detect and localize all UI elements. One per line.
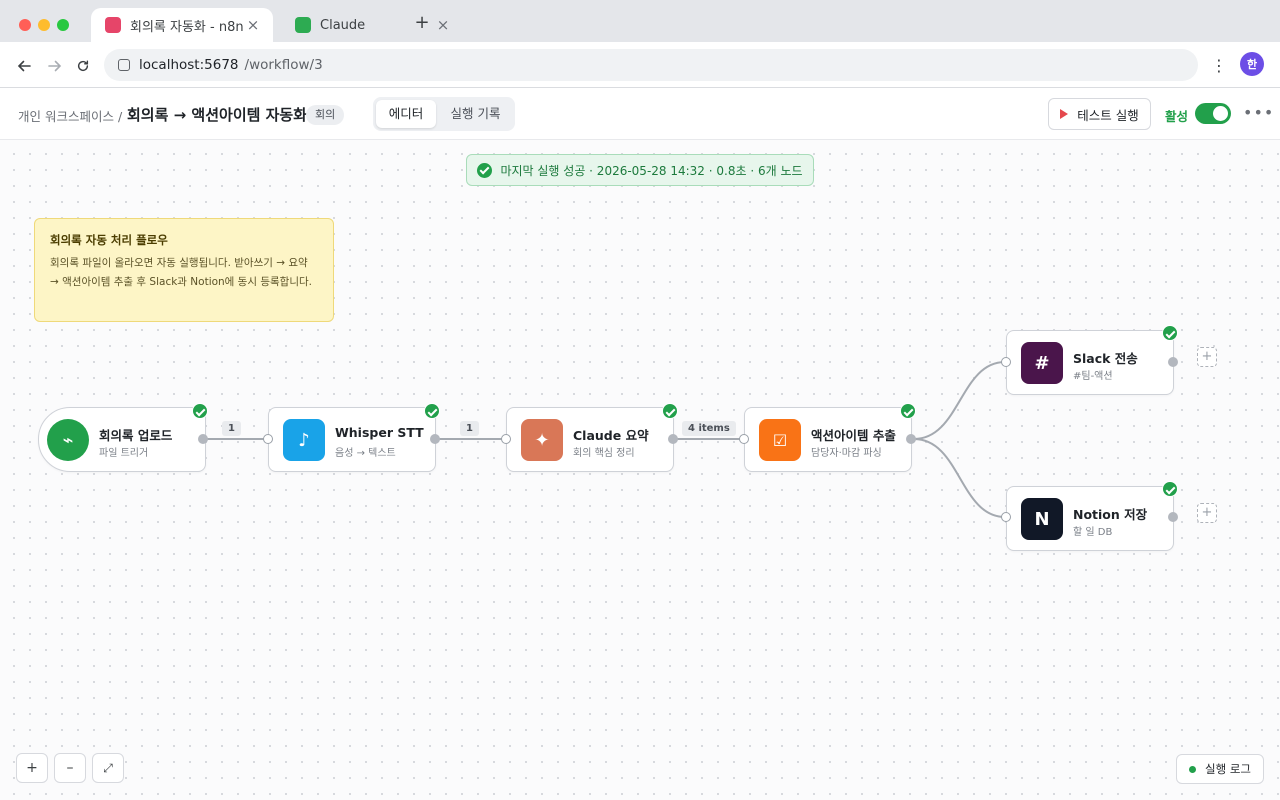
execution-log-label: 실행 로그 — [1205, 762, 1251, 776]
node-name: Notion 저장 — [1073, 507, 1148, 522]
node-subtitle: 음성 → 텍스트 — [335, 448, 396, 459]
sticky-note[interactable]: 회의록 자동 처리 플로우 회의록 파일이 올라오면 자동 실행됩니다. 받아쓰… — [34, 218, 334, 322]
input-port[interactable] — [1001, 512, 1011, 522]
zoom-in-button[interactable]: + — [16, 753, 48, 783]
node-name: 액션아이템 추출 — [811, 428, 896, 443]
success-check-icon — [1162, 481, 1178, 497]
success-check-icon — [424, 403, 440, 419]
sticky-note-body: 회의록 파일이 올라오면 자동 실행됩니다. 받아쓰기 → 요약 → 액션아이템… — [50, 257, 312, 288]
url-host: localhost:5678 — [139, 57, 239, 73]
more-options-icon[interactable]: ••• — [1243, 102, 1273, 124]
node-name: Slack 전송 — [1073, 351, 1138, 366]
sticky-note-title: 회의록 자동 처리 플로우 — [50, 233, 168, 247]
node-whisper-stt[interactable]: ♪ Whisper STT 음성 → 텍스트 — [268, 407, 436, 472]
add-node-button[interactable]: + — [1197, 503, 1217, 523]
execution-log-button[interactable]: 실행 로그 — [1176, 754, 1264, 784]
node-name: 회의록 업로드 — [99, 428, 173, 443]
node-claude-summary[interactable]: ✦ Claude 요약 회의 핵심 정리 — [506, 407, 674, 472]
input-port[interactable] — [1001, 357, 1011, 367]
site-info-icon[interactable] — [118, 59, 130, 71]
workflow-title[interactable]: 회의록 → 액션아이템 자동화 — [127, 104, 307, 125]
new-tab-button[interactable]: + — [412, 12, 432, 33]
back-arrow-icon[interactable] — [12, 54, 36, 78]
node-action-items[interactable]: ☑ 액션아이템 추출 담당자·마감 파싱 — [744, 407, 912, 472]
output-port[interactable] — [1168, 512, 1178, 522]
tab-executions[interactable]: 실행 기록 — [439, 100, 512, 128]
output-port[interactable] — [198, 434, 208, 444]
lightning-icon: ⌁ — [47, 419, 89, 461]
connection-item-count: 1 — [222, 421, 241, 436]
checkbox-icon: ☑ — [759, 419, 801, 461]
browser-tab-n8n[interactable]: 회의록 자동화 - n8n × — [91, 8, 273, 42]
node-subtitle: 회의 핵심 정리 — [573, 448, 635, 459]
test-run-button[interactable]: 테스트 실행 — [1048, 98, 1151, 130]
execution-status-text: 마지막 실행 성공 · 2026-05-28 14:32 · 0.8초 · 6개… — [500, 163, 803, 178]
toggle-knob — [1213, 106, 1228, 121]
browser-menu-icon[interactable]: ⋮ — [1210, 54, 1228, 78]
node-notion-save[interactable]: N Notion 저장 할 일 DB — [1006, 486, 1174, 551]
window-close-button[interactable] — [19, 19, 31, 31]
success-check-icon — [662, 403, 678, 419]
connection-item-count: 4 items — [682, 421, 736, 436]
music-note-icon: ♪ — [283, 419, 325, 461]
node-name: Whisper STT — [335, 425, 424, 440]
node-subtitle: 할 일 DB — [1073, 527, 1113, 538]
tab-editor[interactable]: 에디터 — [376, 100, 436, 128]
reload-icon[interactable] — [71, 54, 95, 78]
breadcrumb[interactable]: 개인 워크스페이스 / — [18, 106, 122, 125]
node-name: Claude 요약 — [573, 428, 649, 443]
output-port[interactable] — [1168, 357, 1178, 367]
success-check-icon — [900, 403, 916, 419]
add-node-button[interactable]: + — [1197, 347, 1217, 367]
zoom-fit-button[interactable]: ⤢ — [92, 753, 124, 783]
active-label: 활성 — [1165, 109, 1189, 124]
tab-close-icon[interactable]: × — [435, 16, 451, 34]
zoom-out-button[interactable]: – — [54, 753, 86, 783]
active-toggle[interactable] — [1195, 103, 1231, 124]
hash-icon: # — [1021, 342, 1063, 384]
window-zoom-button[interactable] — [57, 19, 69, 31]
workflow-tag[interactable]: 회의 — [306, 105, 345, 125]
window-minimize-button[interactable] — [38, 19, 50, 31]
forward-arrow-icon[interactable] — [43, 54, 67, 78]
claude-favicon-icon — [295, 17, 311, 33]
success-check-icon — [1162, 325, 1178, 341]
success-check-icon — [477, 162, 493, 178]
tab-close-icon[interactable]: × — [245, 16, 261, 34]
n8n-favicon-icon — [105, 17, 121, 33]
browser-toolbar: localhost:5678 /workflow/3 ⋮ — [0, 42, 1280, 88]
input-port[interactable] — [263, 434, 273, 444]
workflow-header: 개인 워크스페이스 / 회의록 → 액션아이템 자동화 회의 에디터 실행 기록… — [0, 88, 1280, 140]
browser-tab-strip: 회의록 자동화 - n8n × Claude × + — [0, 0, 1280, 42]
status-dot-icon — [1189, 765, 1196, 773]
view-switcher: 에디터 실행 기록 — [373, 97, 515, 131]
node-slack-send[interactable]: # Slack 전송 #팀-액션 — [1006, 330, 1174, 395]
connection-item-count: 1 — [460, 421, 479, 436]
profile-avatar[interactable]: 한 — [1240, 52, 1264, 76]
sparkle-icon: ✦ — [521, 419, 563, 461]
output-port[interactable] — [906, 434, 916, 444]
play-icon — [1060, 109, 1069, 119]
browser-tab-claude[interactable]: Claude × — [281, 8, 463, 42]
url-path: /workflow/3 — [244, 57, 323, 73]
url-bar[interactable]: localhost:5678 /workflow/3 — [104, 49, 1198, 81]
test-run-label: 테스트 실행 — [1077, 107, 1139, 123]
node-subtitle: 파일 트리거 — [99, 448, 149, 459]
last-execution-banner[interactable]: 마지막 실행 성공 · 2026-05-28 14:32 · 0.8초 · 6개… — [466, 154, 814, 186]
output-port[interactable] — [430, 434, 440, 444]
notion-icon: N — [1021, 498, 1063, 540]
node-meeting-upload[interactable]: ⌁ 회의록 업로드 파일 트리거 — [38, 407, 206, 472]
node-subtitle: #팀-액션 — [1073, 371, 1113, 382]
input-port[interactable] — [501, 434, 511, 444]
output-port[interactable] — [668, 434, 678, 444]
tab-title: 회의록 자동화 - n8n — [130, 19, 244, 35]
input-port[interactable] — [739, 434, 749, 444]
node-subtitle: 담당자·마감 파싱 — [811, 448, 882, 459]
success-check-icon — [192, 403, 208, 419]
